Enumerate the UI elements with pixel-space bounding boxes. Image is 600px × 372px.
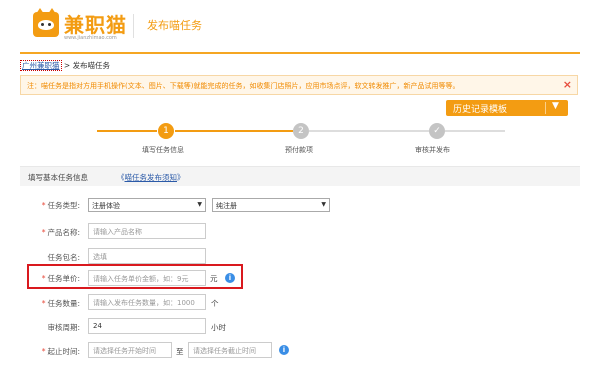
task-rules-link[interactable]: 《喵任务发布须知》 [117, 172, 185, 183]
breadcrumb: 广州兼职猫 > 发布喵任务 [20, 60, 110, 71]
header-divider [133, 14, 134, 38]
info-icon[interactable]: i [279, 345, 289, 355]
product-name-label: * 产品名称: [41, 228, 80, 237]
step-1-circle: 1 [158, 123, 174, 139]
link-bracket-close: 》 [177, 173, 185, 182]
required-mark: * [41, 274, 46, 283]
breadcrumb-separator: > [61, 61, 73, 70]
caret-down-icon[interactable]: ▼ [552, 101, 559, 111]
required-mark: * [41, 228, 46, 237]
breadcrumb-city-link[interactable]: 广州兼职猫 [20, 60, 62, 71]
task-rules-link-text[interactable]: 喵任务发布须知 [125, 173, 178, 182]
step-connector [445, 130, 505, 132]
section-title: 填写基本任务信息 [28, 173, 88, 182]
notice-text: 注：喵任务是指对方用手机操作(文本、图片、下载等)就能完成的任务，如收集门店照片… [27, 82, 460, 90]
task-subtype-select[interactable]: 纯注册 ▼ [212, 198, 330, 212]
unit-price-input[interactable]: 请输入任务单价金额，如：9元 [88, 270, 206, 286]
task-type-label: * 任务类型: [41, 201, 80, 210]
task-package-label: 任务包名: [47, 253, 80, 262]
time-range-to: 至 [176, 347, 184, 356]
step-3-label: 审核并发布 [415, 146, 450, 154]
header-underline [20, 52, 580, 54]
quantity-unit: 个 [211, 299, 219, 308]
caret-down-icon: ▼ [321, 201, 326, 208]
check-icon: ✓ [429, 123, 445, 139]
breadcrumb-current: 发布喵任务 [72, 61, 111, 70]
start-time-input[interactable]: 请选择任务开始时间 [88, 342, 172, 358]
step-connector [97, 130, 157, 132]
quantity-input[interactable]: 请输入发布任务数量，如：1000 [88, 294, 206, 310]
review-period-unit: 小时 [211, 323, 226, 332]
history-template-button[interactable]: 历史记录模板 ▼ [446, 100, 568, 116]
history-button-divider [545, 102, 546, 114]
caret-down-icon: ▼ [197, 201, 202, 208]
step-connector [309, 130, 429, 132]
product-name-input[interactable]: 请输入产品名称 [88, 223, 206, 239]
cat-logo-icon[interactable] [33, 8, 59, 37]
info-icon[interactable]: i [225, 273, 235, 283]
step-1-label: 填写任务信息 [142, 146, 184, 154]
task-type-select[interactable]: 注册体验 ▼ [88, 198, 206, 212]
step-2-label: 预付款项 [285, 146, 313, 154]
close-icon[interactable]: × [563, 78, 572, 91]
step-connector [175, 130, 293, 132]
section-header: 填写基本任务信息 《喵任务发布须知》 [20, 166, 580, 186]
unit-price-label: * 任务单价: [41, 274, 80, 283]
required-mark: * [41, 201, 46, 210]
history-template-label: 历史记录模板 [453, 105, 508, 115]
logo-text[interactable]: 兼职猫 [64, 9, 127, 38]
task-package-input[interactable]: 选填 [88, 248, 206, 264]
quantity-label: * 任务数量: [41, 299, 80, 308]
review-period-label: 审核周期: [47, 323, 80, 332]
review-period-input[interactable]: 24 [88, 318, 206, 334]
logo-url: www.jianzhimao.com [64, 35, 117, 41]
notice-bar: 注：喵任务是指对方用手机操作(文本、图片、下载等)就能完成的任务，如收集门店照片… [20, 75, 578, 95]
page-title: 发布喵任务 [147, 19, 202, 32]
unit-price-unit: 元 [210, 274, 218, 283]
time-range-label: * 起止时间: [41, 347, 80, 356]
page-header: 兼职猫 www.jianzhimao.com 发布喵任务 [0, 0, 600, 50]
link-bracket-open: 《 [117, 173, 125, 182]
end-time-input[interactable]: 请选择任务截止时间 [188, 342, 272, 358]
required-mark: * [41, 299, 46, 308]
required-mark: * [41, 347, 46, 356]
step-2-circle: 2 [293, 123, 309, 139]
